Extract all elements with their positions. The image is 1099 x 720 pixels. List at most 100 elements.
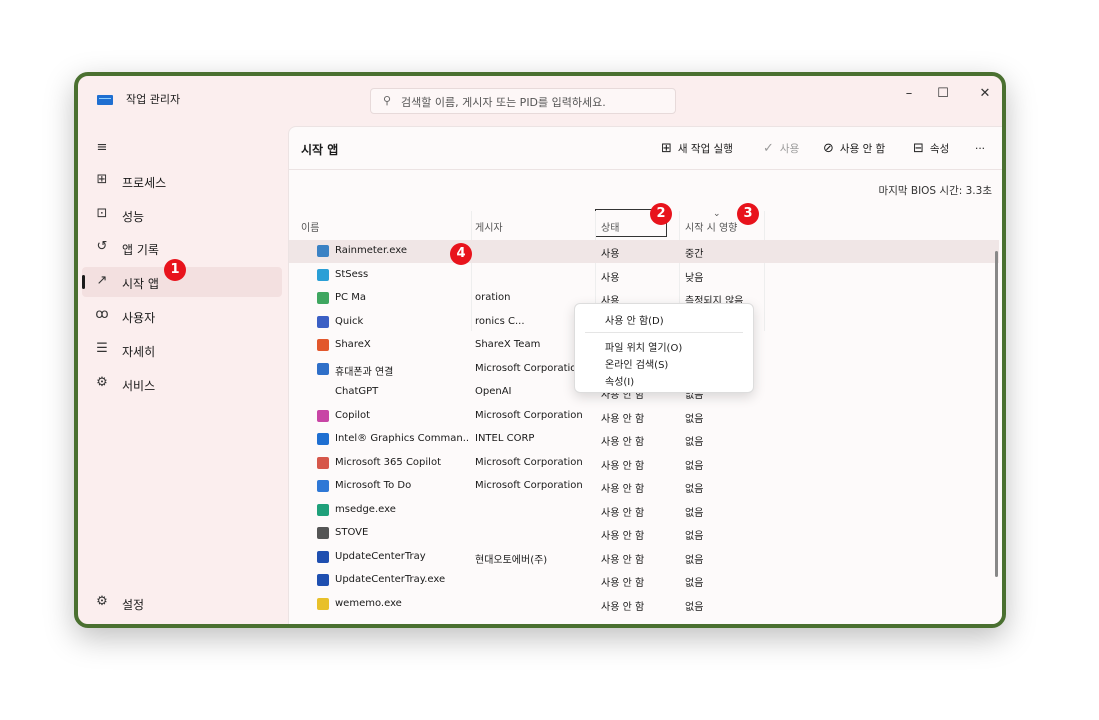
table-row[interactable]: msedge.exe 사용 안 함 없음: [289, 499, 999, 522]
table-row[interactable]: STOVE 사용 안 함 없음: [289, 522, 999, 545]
sidebar-item-label: 사용자: [122, 311, 156, 325]
cell-publisher: INTEL CORP: [475, 433, 535, 444]
active-indicator: [82, 275, 85, 289]
sort-chevron-icon: ⌄: [713, 209, 721, 219]
sidebar-item-settings[interactable]: ⚙ 설정: [82, 588, 282, 618]
cell-status: 사용 안 함: [601, 460, 645, 472]
table-row[interactable]: Microsoft 365 Copilot Microsoft Corporati…: [289, 452, 999, 475]
cell-name: msedge.exe: [335, 503, 396, 515]
minimize-button[interactable]: –: [894, 84, 924, 104]
app-icon: [317, 292, 329, 304]
sidebar-item-users[interactable]: ꝏ 사용자: [82, 301, 282, 331]
column-header-startup-impact[interactable]: 시작 시 영향: [685, 219, 737, 234]
performance-icon: ⊡: [96, 206, 108, 221]
search-input[interactable]: [399, 91, 673, 113]
app-icon: [317, 456, 329, 469]
cell-impact: 없음: [685, 437, 704, 448]
sidebar-item-performance[interactable]: ⊡ 성능: [82, 200, 282, 230]
cell-impact: 없음: [685, 578, 704, 589]
table-row[interactable]: UpdateCenterTray 현대오토에버(주) 사용 안 함 없음: [289, 546, 999, 569]
main-content: 시작 앱 ⊞ 새 작업 실행 ✓ 사용 ⊘ 사용 안 함 ⊟ 속성 ··· 마지막 BI…: [288, 126, 1002, 624]
step-badge-4: 4: [450, 243, 472, 265]
cell-impact: 낮음: [685, 272, 704, 284]
cell-name: ShareX: [335, 339, 371, 350]
table-row[interactable]: Microsoft To Do Microsoft Corporation 사용 안…: [289, 475, 999, 498]
page-title: 시작 앱: [301, 143, 339, 157]
close-button[interactable]: ✕: [970, 84, 1000, 104]
properties-icon: ⊟: [913, 141, 924, 156]
enable-label: 사용: [779, 143, 800, 155]
table-row[interactable]: StSess 사용 낮음: [289, 264, 999, 287]
sidebar-item-details[interactable]: ☰ 자세히: [82, 335, 282, 365]
table-row[interactable]: Rainmeter.exe 사용 중간: [289, 240, 999, 263]
new-task-icon: ⊞: [661, 141, 672, 156]
sidebar-item-label: 앱 기록: [122, 243, 159, 257]
app-icon: [317, 550, 329, 563]
properties-label: 속성: [929, 143, 950, 155]
cell-name: Copilot: [335, 409, 371, 421]
cell-status: 사용 안 함: [601, 484, 645, 495]
column-header-status[interactable]: 상태: [601, 219, 619, 234]
task-manager-logo-icon: [97, 95, 113, 105]
context-menu-properties[interactable]: 속성(I): [605, 373, 634, 388]
context-menu-open-location[interactable]: 파일 위치 열기(O): [605, 339, 682, 354]
hamburger-menu-button[interactable]: ≡: [82, 134, 282, 164]
table-row[interactable]: wememo.exe 사용 안 함 없음: [289, 593, 999, 616]
cell-publisher: Microsoft Corporation: [475, 480, 583, 491]
cell-status: 사용 안 함: [601, 507, 645, 519]
scrollbar[interactable]: [995, 251, 998, 577]
services-icon: ⚙: [96, 375, 108, 390]
app-icon: [317, 245, 329, 257]
cell-name: Quick: [335, 315, 364, 327]
cell-status: 사용: [601, 272, 620, 284]
step-badge-2: 2: [650, 203, 672, 225]
table-row[interactable]: UpdateCenterTray.exe 사용 안 함 없음: [289, 569, 999, 592]
cell-name: Intel® Graphics Comman...: [335, 433, 470, 444]
sidebar-item-services[interactable]: ⚙ 서비스: [82, 369, 282, 399]
cell-status: 사용 안 함: [601, 554, 645, 566]
more-options-button[interactable]: ···: [975, 139, 985, 159]
cell-name: PC Ma: [335, 292, 366, 303]
cell-status: 사용 안 함: [601, 601, 645, 613]
app-icon: [317, 480, 329, 492]
sidebar-item-app-history[interactable]: ↺ 앱 기록: [82, 233, 282, 263]
column-header-name[interactable]: 이름: [301, 219, 319, 234]
cell-name: UpdateCenterTray: [335, 550, 426, 562]
properties-button[interactable]: ⊟ 속성: [913, 139, 949, 159]
context-menu-search-online[interactable]: 온라인 검색(S): [605, 356, 668, 371]
cell-impact: 중간: [685, 249, 704, 260]
app-icon: [317, 339, 329, 351]
context-menu-disable[interactable]: 사용 안 함(D): [605, 312, 664, 327]
cell-publisher: Microsoft Corporation: [475, 409, 583, 421]
table-row[interactable]: Intel® Graphics Comman... INTEL CORP 사용 안 …: [289, 428, 999, 451]
disable-label: 사용 안 함: [839, 143, 886, 155]
disable-button[interactable]: ⊘ 사용 안 함: [823, 139, 885, 159]
sidebar-item-label: 자세히: [122, 345, 156, 359]
run-new-task-button[interactable]: ⊞ 새 작업 실행: [661, 139, 733, 159]
app-title: 작업 관리자: [126, 93, 181, 106]
details-list-icon: ☰: [96, 341, 108, 356]
enable-button[interactable]: ✓ 사용: [763, 139, 799, 159]
app-icon: [317, 409, 329, 422]
run-new-task-label: 새 작업 실행: [677, 143, 733, 155]
cell-name: Microsoft To Do: [335, 480, 412, 491]
sidebar-item-processes[interactable]: ⊞ 프로세스: [82, 166, 282, 196]
cell-name: Microsoft 365 Copilot: [335, 456, 441, 468]
app-icon: [317, 268, 329, 281]
settings-icon: ⚙: [96, 594, 108, 609]
cell-status: 사용 안 함: [601, 531, 645, 542]
app-icon: [317, 597, 329, 610]
hamburger-icon: ≡: [96, 140, 108, 155]
maximize-button[interactable]: ☐: [928, 84, 958, 104]
checkmark-icon: ✓: [763, 141, 774, 156]
cell-impact: 없음: [685, 413, 704, 425]
cell-publisher: oration: [475, 292, 511, 303]
app-icon: [317, 574, 329, 586]
search-box[interactable]: ⚲: [370, 88, 676, 114]
users-icon: ꝏ: [95, 307, 109, 322]
task-manager-window: 작업 관리자 ⚲ – ☐ ✕ ≡ ⊞ 프로세스 ⊡ 성능 ↺ 앱 기록 ↗ 시작…: [74, 72, 1006, 628]
column-header-publisher[interactable]: 게시자: [475, 219, 503, 234]
cell-name: STOVE: [335, 527, 369, 538]
disable-icon: ⊘: [823, 141, 834, 156]
table-row[interactable]: Copilot Microsoft Corporation 사용 안 함 없음: [289, 405, 999, 428]
